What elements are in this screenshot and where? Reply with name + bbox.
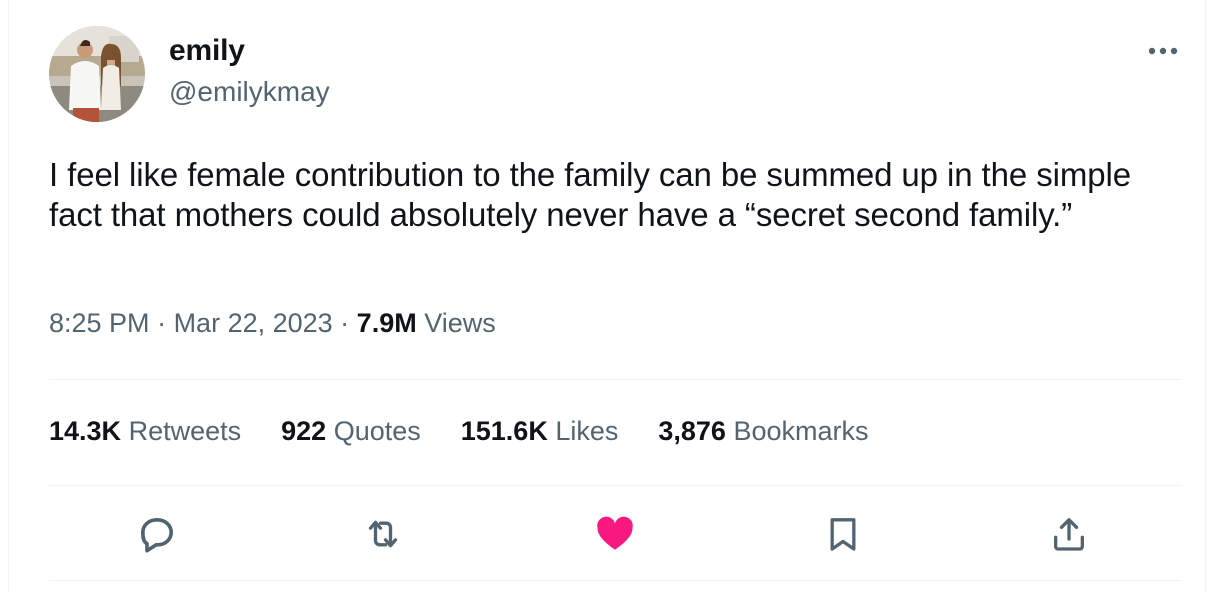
bookmarks-label: Bookmarks — [725, 416, 869, 446]
retweet-icon — [368, 520, 398, 548]
author-name[interactable]: emily — [169, 34, 245, 68]
share-icon — [1054, 518, 1084, 551]
reply-button[interactable] — [135, 512, 179, 556]
reply-icon — [141, 518, 174, 553]
divider — [49, 580, 1182, 581]
likes-stat[interactable]: 151.6K Likes — [461, 416, 619, 447]
tweet-date[interactable]: Mar 22, 2023 — [174, 308, 333, 338]
bookmarks-count: 3,876 — [658, 416, 726, 446]
retweets-stat[interactable]: 14.3K Retweets — [49, 416, 241, 447]
quotes-stat[interactable]: 922 Quotes — [281, 416, 421, 447]
views-label: Views — [416, 308, 496, 338]
retweet-button[interactable] — [361, 512, 405, 556]
tweet-meta: 8:25 PM · Mar 22, 2023 · 7.9M Views — [49, 308, 496, 339]
profile-photo-icon — [49, 26, 145, 122]
likes-label: Likes — [547, 416, 619, 446]
more-options-button[interactable] — [1145, 36, 1181, 66]
like-icon — [597, 516, 633, 550]
author-handle[interactable]: @emilykmay — [169, 76, 330, 108]
quotes-label: Quotes — [326, 416, 421, 446]
divider — [49, 379, 1182, 380]
avatar[interactable] — [49, 26, 145, 122]
tweet-text: I feel like female contribution to the f… — [49, 156, 1131, 233]
more-icon — [1148, 47, 1178, 55]
views-count: 7.9M — [356, 308, 417, 338]
share-button[interactable] — [1047, 512, 1091, 556]
meta-separator: · — [332, 308, 357, 338]
tweet-card: emily @emilykmay I feel like female cont… — [8, 0, 1206, 592]
engagement-stats: 14.3K Retweets 922 Quotes 151.6K Likes 3… — [49, 416, 909, 447]
retweets-count: 14.3K — [49, 416, 122, 446]
like-button[interactable] — [593, 512, 637, 556]
meta-separator: · — [149, 308, 174, 338]
quotes-count: 922 — [281, 416, 327, 446]
bookmarks-stat[interactable]: 3,876 Bookmarks — [658, 416, 868, 447]
retweets-label: Retweets — [121, 416, 242, 446]
likes-count: 151.6K — [460, 416, 548, 446]
bookmark-button[interactable] — [821, 512, 865, 556]
divider — [49, 485, 1182, 486]
bookmark-icon — [830, 518, 856, 551]
tweet-time[interactable]: 8:25 PM — [49, 308, 150, 338]
